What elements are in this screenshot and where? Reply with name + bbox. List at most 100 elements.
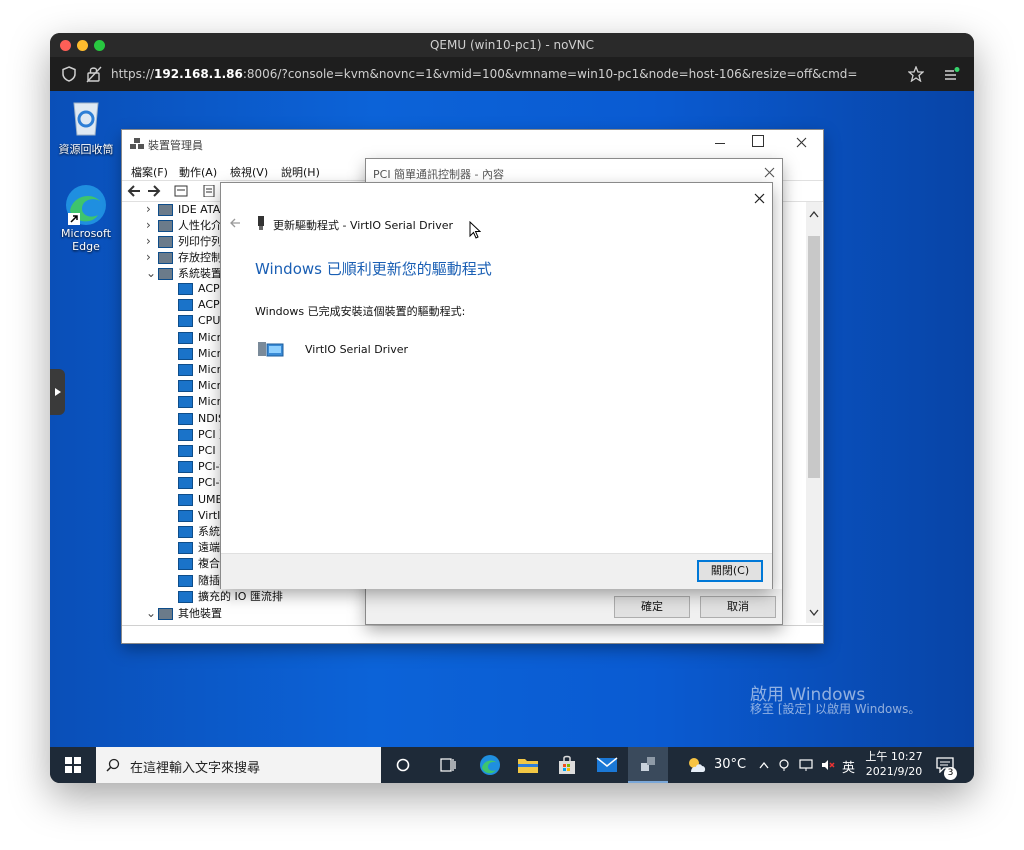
search-box[interactable]: 在這裡輸入文字來搜尋 bbox=[96, 747, 381, 783]
network-icon[interactable] bbox=[799, 759, 813, 771]
cancel-button[interactable]: 取消 bbox=[700, 596, 776, 618]
tree-category[interactable]: ⌄ 其他裝置 bbox=[146, 605, 222, 621]
minimize-button[interactable] bbox=[710, 133, 730, 149]
system-device-icon bbox=[178, 364, 193, 376]
vm-desktop[interactable]: 資源回收筒 Microsoft Edge 裝置管理員 檔案(F) 動作(A) 檢… bbox=[50, 91, 974, 747]
update-driver-icon[interactable] bbox=[202, 185, 216, 197]
clock[interactable]: 上午 10:27 2021/9/20 bbox=[865, 749, 923, 779]
task-view-icon[interactable] bbox=[440, 758, 456, 772]
status-bar bbox=[122, 625, 823, 643]
tree-device[interactable]: 遠端 bbox=[178, 540, 220, 556]
ok-button[interactable]: 確定 bbox=[614, 596, 690, 618]
close-icon[interactable] bbox=[754, 193, 765, 204]
tree-device[interactable]: Micr bbox=[178, 330, 221, 346]
wizard-heading: Windows 已順利更新您的驅動程式 bbox=[255, 260, 492, 278]
tree-category[interactable]: › 存放控制 bbox=[146, 249, 222, 265]
tree-device[interactable]: 系統 bbox=[178, 524, 220, 540]
forward-arrow-icon[interactable] bbox=[147, 185, 161, 197]
category-icon bbox=[158, 252, 173, 264]
search-icon bbox=[106, 758, 120, 772]
store-icon[interactable] bbox=[557, 755, 577, 775]
chevron-right-icon[interactable]: › bbox=[146, 217, 158, 233]
tree-category[interactable]: › IDE ATA bbox=[146, 201, 220, 217]
scroll-down-icon[interactable] bbox=[809, 609, 819, 617]
chevron-up-icon[interactable] bbox=[759, 761, 769, 769]
tree-device[interactable]: Micr bbox=[178, 378, 221, 394]
tree-device[interactable]: UMB bbox=[178, 492, 223, 508]
temperature[interactable]: 30°C bbox=[714, 757, 746, 772]
close-icon[interactable] bbox=[796, 137, 807, 148]
notification-count: 3 bbox=[944, 767, 957, 780]
properties-title: PCI 簡單通訊控制器 - 內容 bbox=[373, 168, 505, 181]
scrollbar-thumb[interactable] bbox=[808, 236, 820, 478]
tree-device[interactable]: Micr bbox=[178, 346, 221, 362]
shield-icon[interactable] bbox=[62, 66, 76, 82]
volume-muted-icon[interactable] bbox=[821, 759, 835, 771]
mail-icon[interactable] bbox=[596, 757, 618, 773]
menu-view[interactable]: 檢視(V) bbox=[230, 164, 268, 180]
weather-icon[interactable] bbox=[686, 757, 706, 773]
tree-device[interactable]: 隨插 bbox=[178, 573, 220, 589]
tree-device[interactable]: CPU bbox=[178, 313, 220, 329]
tree-device[interactable]: PCI-t bbox=[178, 459, 224, 475]
menu-help[interactable]: 說明(H) bbox=[281, 164, 320, 180]
tree-device[interactable]: Micr bbox=[178, 362, 221, 378]
browser-titlebar: QEMU (win10-pc1) - noVNC bbox=[50, 33, 974, 57]
chevron-right-icon[interactable]: › bbox=[146, 249, 158, 265]
menu-icon[interactable] bbox=[944, 67, 960, 81]
close-icon[interactable] bbox=[764, 167, 775, 178]
scroll-up-icon[interactable] bbox=[809, 210, 819, 218]
novnc-sidebar-handle[interactable] bbox=[50, 369, 65, 415]
tree-device[interactable]: 複合 bbox=[178, 556, 220, 572]
update-driver-wizard[interactable]: 更新驅動程式 - VirtIO Serial Driver Windows 已順… bbox=[221, 183, 772, 589]
device-manager-icon bbox=[130, 138, 144, 149]
tree-category[interactable]: ⌄ 系統裝置 bbox=[146, 265, 222, 281]
category-icon bbox=[158, 220, 173, 232]
tree-device[interactable]: PCI-t bbox=[178, 475, 224, 491]
lock-warning-icon[interactable] bbox=[86, 65, 102, 83]
system-device-icon bbox=[178, 445, 193, 457]
tree-category-label: 系統裝置 bbox=[178, 267, 222, 280]
tree-category-label: 存放控制 bbox=[178, 251, 222, 264]
back-arrow-icon[interactable] bbox=[127, 185, 141, 197]
chevron-down-icon[interactable]: ⌄ bbox=[146, 605, 158, 621]
chevron-right-icon[interactable]: › bbox=[146, 201, 158, 217]
cortana-icon[interactable] bbox=[396, 758, 410, 772]
recycle-bin-shortcut[interactable]: 資源回收筒 bbox=[54, 97, 118, 157]
edge-shortcut[interactable]: Microsoft Edge bbox=[54, 183, 118, 253]
tree-device[interactable]: NDIS bbox=[178, 411, 225, 427]
tree-device-label: ACPI bbox=[198, 282, 223, 295]
address-bar[interactable]: https://192.168.1.86:8006/?console=kvm&n… bbox=[50, 57, 974, 91]
device-manager-scrollbar[interactable] bbox=[806, 202, 822, 623]
mouse-cursor-icon bbox=[469, 221, 481, 239]
tree-device-label: Micr bbox=[198, 379, 222, 393]
tree-device[interactable]: Micr bbox=[178, 394, 221, 410]
tree-category[interactable]: › 列印佇列 bbox=[146, 233, 222, 249]
tree-category[interactable]: › 人性化介 bbox=[146, 217, 222, 233]
back-arrow-icon[interactable] bbox=[229, 218, 241, 228]
tree-device-label: Micr bbox=[198, 363, 222, 376]
windows-start-icon[interactable] bbox=[65, 757, 81, 773]
menu-file[interactable]: 檔案(F) bbox=[131, 164, 168, 180]
tree-device[interactable]: 擴充的 IO 匯流排 bbox=[178, 589, 283, 605]
url-text[interactable]: https://192.168.1.86:8006/?console=kvm&n… bbox=[111, 67, 857, 81]
file-explorer-icon[interactable] bbox=[517, 756, 539, 774]
maximize-button[interactable] bbox=[752, 135, 764, 147]
pen-icon[interactable] bbox=[778, 758, 790, 772]
menu-action[interactable]: 動作(A) bbox=[179, 164, 217, 180]
close-button[interactable]: 關閉(C) bbox=[697, 560, 763, 582]
properties-icon[interactable] bbox=[174, 185, 188, 197]
tree-device[interactable]: ACPI bbox=[178, 281, 223, 297]
edge-label-1: Microsoft bbox=[60, 227, 112, 240]
system-device-icon bbox=[178, 283, 193, 295]
system-device-icon bbox=[178, 590, 193, 603]
bookmark-star-icon[interactable] bbox=[908, 66, 924, 82]
tree-device[interactable]: ACPI bbox=[178, 297, 223, 313]
chevron-down-icon[interactable]: ⌄ bbox=[146, 265, 158, 281]
tree-device-label: PCI-t bbox=[198, 460, 224, 474]
tree-device-label: ACPI bbox=[198, 298, 223, 312]
chevron-right-icon[interactable]: › bbox=[146, 233, 158, 249]
device-manager-taskbar-button[interactable] bbox=[628, 747, 668, 783]
edge-icon[interactable] bbox=[479, 754, 501, 776]
ime-indicator[interactable]: 英 bbox=[842, 757, 855, 776]
